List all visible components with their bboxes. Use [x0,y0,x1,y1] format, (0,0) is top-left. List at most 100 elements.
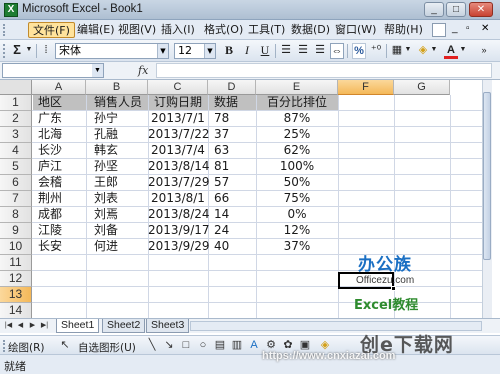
draw-menu-button[interactable]: 绘图(R) [8,340,45,355]
data-cell[interactable]: 北海 [32,127,86,143]
help-search-box[interactable] [432,23,446,37]
chevron-down-icon[interactable]: ▼ [92,64,103,77]
wordart-icon[interactable]: A [247,339,261,352]
data-cell[interactable]: 81 [208,159,256,175]
italic-button[interactable]: I [240,43,254,59]
data-cell[interactable]: 王郎 [86,175,148,191]
column-header-a[interactable]: A [32,80,86,95]
menu-edit[interactable]: 编辑(E) [73,22,119,38]
data-cell[interactable]: 87% [256,111,338,127]
toolbar-options-icon[interactable]: » [478,43,490,59]
maximize-button[interactable]: □ [446,2,466,17]
data-cell[interactable]: 2013/7/22 [148,127,210,143]
data-cell[interactable]: 2013/8/14 [148,159,210,175]
next-sheet-icon[interactable]: ▶ [27,320,38,332]
select-all-corner[interactable] [0,80,32,95]
data-cell[interactable]: 37% [256,239,338,255]
data-cell[interactable]: 0% [256,207,338,223]
autoshapes-menu-button[interactable]: 自选图形(U) [78,340,136,355]
last-sheet-icon[interactable]: ▶| [39,320,50,332]
merge-center-icon[interactable]: ⇔ [330,43,344,59]
row-header-10[interactable]: 10 [0,239,32,255]
row-header-4[interactable]: 4 [0,143,32,159]
minimize-button[interactable]: _ [424,2,444,17]
prev-sheet-icon[interactable]: ◀ [15,320,26,332]
minimize-workbook-icon[interactable]: _ [452,23,458,34]
worksheet-grid[interactable]: ABCDEFG 1 2 3 4 5 6 7 8 9 10 11 12 13 14 地区 销售人员 订购日期 数据… [0,80,492,319]
data-cell[interactable]: 孙坚 [86,159,148,175]
row-header-8[interactable]: 8 [0,207,32,223]
align-center-icon[interactable]: ☰ [296,43,310,59]
menu-insert[interactable]: 插入(I) [157,22,199,38]
font-name-combo[interactable]: 宋体 ▼ [55,43,169,59]
data-cell[interactable]: 40 [208,239,256,255]
data-cell[interactable]: 长沙 [32,143,86,159]
vertical-scroll-thumb[interactable] [483,92,491,260]
chevron-down-icon[interactable]: ▼ [459,43,467,59]
percent-style-button[interactable]: % [352,43,366,59]
header-cell[interactable]: 数据 [208,95,256,111]
menu-data[interactable]: 数据(D) [287,22,334,38]
column-header-d[interactable]: D [208,80,256,95]
data-cell[interactable]: 成都 [32,207,86,223]
data-cell[interactable]: 62% [256,143,338,159]
sheet-tab-sheet3[interactable]: Sheet3 [146,319,190,333]
row-header-13[interactable]: 13 [0,287,32,303]
menu-view[interactable]: 视图(V) [114,22,160,38]
data-cell[interactable]: 孙宁 [86,111,148,127]
column-header-g[interactable]: G [394,80,450,95]
close-workbook-icon[interactable]: ✕ [481,23,489,34]
first-sheet-icon[interactable]: |◀ [3,320,14,332]
column-header-b[interactable]: B [86,80,148,95]
rectangle-icon[interactable]: □ [179,339,193,352]
data-cell[interactable]: 2013/7/29 [148,175,210,191]
column-header-e[interactable]: E [256,80,338,95]
menu-help[interactable]: 帮助(H) [380,22,427,38]
excel-app-icon[interactable]: X [4,3,18,17]
data-cell[interactable]: 刘表 [86,191,148,207]
menu-window[interactable]: 窗口(W) [331,22,380,38]
data-cell[interactable]: 刘焉 [86,207,148,223]
menu-file[interactable]: 文件(F) [28,22,75,38]
data-cell[interactable]: 24 [208,223,256,239]
vertical-textbox-icon[interactable]: ▥ [230,339,244,352]
row-header-7[interactable]: 7 [0,191,32,207]
font-size-combo[interactable]: 12 ▼ [174,43,216,59]
header-cell[interactable]: 百分比排位 [256,95,338,111]
chevron-down-icon[interactable]: ▼ [430,43,438,59]
data-cell[interactable]: 57 [208,175,256,191]
arrow-icon[interactable]: ↘ [162,339,176,352]
row-header-14[interactable]: 14 [0,303,32,319]
chevron-down-icon[interactable]: ▼ [204,44,215,58]
data-cell[interactable]: 2013/9/17 [148,223,210,239]
header-cell[interactable]: 销售人员 [86,95,148,111]
data-cell[interactable]: 66 [208,191,256,207]
data-cell[interactable]: 长安 [32,239,86,255]
name-box[interactable]: ▼ [2,63,104,78]
chevron-down-icon[interactable]: ▼ [404,43,412,59]
row-header-2[interactable]: 2 [0,111,32,127]
data-cell[interactable]: 韩玄 [86,143,148,159]
formula-input[interactable] [156,63,492,78]
sheet-tab-sheet2[interactable]: Sheet2 [102,319,146,333]
data-cell[interactable]: 50% [256,175,338,191]
close-button[interactable]: ✕ [469,2,493,17]
data-cell[interactable]: 广东 [32,111,86,127]
row-header-11[interactable]: 11 [0,255,32,271]
autosum-dropdown-icon[interactable]: ▼ [25,43,33,59]
toolbar-grip[interactable] [3,340,5,352]
toolbar-grip[interactable] [3,44,5,58]
data-cell[interactable]: 2013/8/1 [148,191,208,207]
data-cell[interactable]: 78 [208,111,256,127]
oval-icon[interactable]: ○ [196,339,210,352]
data-cell[interactable]: 何进 [86,239,148,255]
data-cell[interactable]: 2013/7/1 [148,111,208,127]
align-right-icon[interactable]: ☰ [313,43,327,59]
data-cell[interactable]: 37 [208,127,256,143]
autosum-button[interactable]: Σ [9,43,25,59]
data-cell[interactable]: 刘备 [86,223,148,239]
font-color-button[interactable]: A [444,43,458,59]
menubar-grip[interactable] [3,24,5,36]
data-cell[interactable]: 2013/7/4 [148,143,208,159]
borders-icon[interactable]: ▦ [390,43,404,59]
